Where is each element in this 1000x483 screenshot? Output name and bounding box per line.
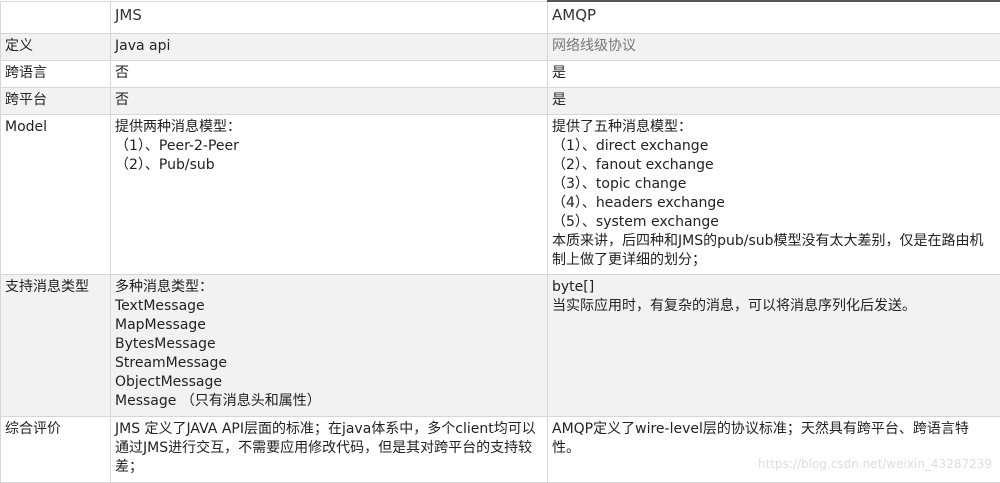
- header-amqp: AMQP: [548, 1, 1000, 33]
- header-jms: JMS: [111, 1, 548, 33]
- jms-cell: JMS 定义了JAVA API层面的标准；在java体系中，多个client均可…: [111, 416, 548, 482]
- table-row: 跨平台否是: [1, 87, 1000, 114]
- table-row: 支持消息类型多种消息类型：TextMessageMapMessageBytesM…: [1, 274, 1000, 416]
- cell-line: StreamMessage: [115, 354, 543, 373]
- cell-line: AMQP定义了wire-level层的协议标准；天然具有跨平台、跨语言特性。: [552, 420, 996, 458]
- jms-cell: 否: [111, 87, 548, 114]
- row-label: Model: [1, 114, 111, 274]
- cell-line: 本质来讲，后四种和JMS的pub/sub模型没有太大差别，仅是在路由机制上做了更…: [552, 232, 996, 270]
- table-row: 定义Java api 网络线级协议: [1, 33, 1000, 60]
- cell-line: （2）、fanout exchange: [552, 156, 996, 175]
- amqp-cell: 提供了五种消息模型：（1）、direct exchange（2）、fanout …: [548, 114, 1000, 274]
- jms-cell: 多种消息类型：TextMessageMapMessageBytesMessage…: [111, 274, 548, 416]
- cell-line: BytesMessage: [115, 335, 543, 354]
- comparison-table: JMS AMQP 定义Java api网络线级协议跨语言否是跨平台否是Model…: [0, 0, 1000, 483]
- cell-line: TextMessage: [115, 297, 543, 316]
- cell-line: 提供了五种消息模型：: [552, 118, 996, 137]
- header-row: JMS AMQP: [1, 1, 1000, 33]
- cell-line: 网络线级协议: [552, 37, 996, 56]
- amqp-cell: 是: [548, 60, 1000, 87]
- table-row: Model提供两种消息模型：（1）、Peer-2-Peer（2）、Pub/sub…: [1, 114, 1000, 274]
- header-blank: [1, 1, 111, 33]
- cell-line: JMS 定义了JAVA API层面的标准；在java体系中，多个client均可…: [115, 420, 543, 477]
- table-row: 跨语言否是: [1, 60, 1000, 87]
- cell-line: （4）、headers exchange: [552, 194, 996, 213]
- watermark: https://blog.csdn.net/weixin_43287239: [758, 457, 992, 471]
- cell-line: ObjectMessage: [115, 373, 543, 392]
- cell-line: 否: [115, 91, 543, 110]
- cell-line: Message （只有消息头和属性）: [115, 392, 543, 411]
- row-label: 综合评价: [1, 416, 111, 482]
- cell-line: 否: [115, 64, 543, 83]
- cell-line: 当实际应用时，有复杂的消息，可以将消息序列化后发送。: [552, 297, 996, 316]
- cell-line: （2）、Pub/sub: [115, 156, 543, 175]
- cell-line: 是: [552, 64, 996, 83]
- amqp-cell: byte[]当实际应用时，有复杂的消息，可以将消息序列化后发送。: [548, 274, 1000, 416]
- amqp-cell: 是: [548, 87, 1000, 114]
- cell-line: （5）、system exchange: [552, 213, 996, 232]
- row-label: 定义: [1, 33, 111, 60]
- cell-line: （3）、topic change: [552, 175, 996, 194]
- row-label: 跨平台: [1, 87, 111, 114]
- amqp-cell: AMQP定义了wire-level层的协议标准；天然具有跨平台、跨语言特性。: [548, 416, 1000, 482]
- cell-line: Java api: [115, 37, 543, 56]
- cell-line: 是: [552, 91, 996, 110]
- cell-line: 多种消息类型：: [115, 278, 543, 297]
- cell-line: （1）、Peer-2-Peer: [115, 137, 543, 156]
- cell-line: MapMessage: [115, 316, 543, 335]
- jms-cell: 提供两种消息模型：（1）、Peer-2-Peer（2）、Pub/sub: [111, 114, 548, 274]
- table-row: 综合评价JMS 定义了JAVA API层面的标准；在java体系中，多个clie…: [1, 416, 1000, 482]
- cell-line: 提供两种消息模型：: [115, 118, 543, 137]
- row-label: 支持消息类型: [1, 274, 111, 416]
- cell-line: （1）、direct exchange: [552, 137, 996, 156]
- row-label: 跨语言: [1, 60, 111, 87]
- jms-cell: 否: [111, 60, 548, 87]
- cell-line: byte[]: [552, 278, 996, 297]
- amqp-cell: 网络线级协议: [548, 33, 1000, 60]
- jms-cell: Java api: [111, 33, 548, 60]
